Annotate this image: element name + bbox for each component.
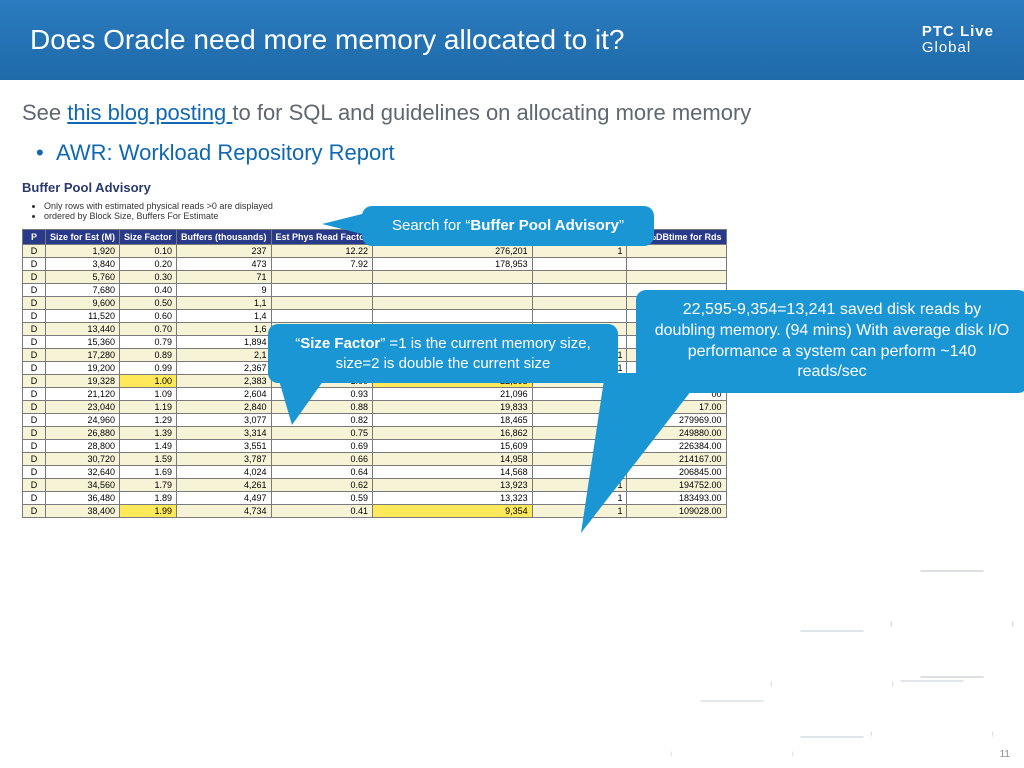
table-row: D5,7600.3071 xyxy=(23,271,727,284)
slide-title: Does Oracle need more memory allocated t… xyxy=(30,24,625,56)
table-row: D7,6800.409 xyxy=(23,284,727,297)
callout-size-factor: “Size Factor” =1 is the current memory s… xyxy=(268,324,618,383)
table-row: D1,9200.1023712.22276,2011 xyxy=(23,245,727,258)
table-row: D9,6000.501,1 xyxy=(23,297,727,310)
intro-text: See this blog posting to for SQL and gui… xyxy=(22,100,1002,126)
hex-decoration xyxy=(634,498,1024,768)
bullet-awr: AWR: Workload Repository Report xyxy=(56,140,1002,166)
blog-link[interactable]: this blog posting xyxy=(67,100,232,125)
callout-savings: 22,595-9,354=13,241 saved disk reads by … xyxy=(636,290,1024,393)
section-title: Buffer Pool Advisory xyxy=(22,180,1002,195)
callout-search: Search for “Buffer Pool Advisory” xyxy=(362,206,654,246)
table-row: D3,8400.204737.92178,953 xyxy=(23,258,727,271)
slide-header: Does Oracle need more memory allocated t… xyxy=(0,0,1024,80)
brand-logo: PTC Live Global xyxy=(922,24,994,57)
page-number: 11 xyxy=(1000,749,1010,760)
table-row: D11,5200.601,41.4 xyxy=(23,310,727,323)
